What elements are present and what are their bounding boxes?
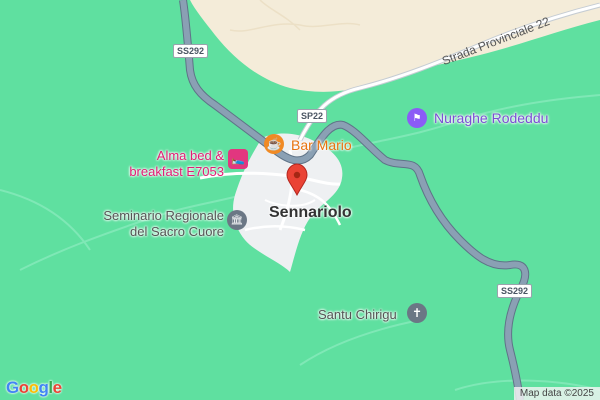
google-logo-letter: g [38,378,49,397]
trail-line [0,189,91,251]
church-icon[interactable]: ✝ [407,303,427,323]
poi-label-alma-line1: Alma bed & [156,148,224,163]
map-attribution[interactable]: Map data ©2025 [513,387,600,400]
town-name: Sennariolo [269,204,352,221]
google-logo-letter: G [6,378,19,397]
road-shield-ss292-right: SS292 [497,284,533,298]
bed-icon[interactable]: 🛌 [228,149,248,169]
map-canvas[interactable]: SS292 SP22 SS292 Strada Provinciale 22 ☕… [0,0,600,400]
trail-line [299,319,421,366]
google-logo-letter: e [52,378,62,397]
poi-label-seminario-line2: del Sacro Cuore [130,224,224,239]
poi-label-santu-chirigu[interactable]: Santu Chirigu [318,307,397,323]
google-logo-letter: o [28,378,39,397]
map-base [0,0,600,400]
poi-label-nuraghe[interactable]: Nuraghe Rodeddu [434,110,548,126]
google-logo[interactable]: Google [6,378,62,398]
road-shield-ss292-top: SS292 [173,44,209,58]
google-logo-letter: o [18,378,29,397]
poi-label-seminario[interactable]: Seminario Regionale del Sacro Cuore [90,208,224,240]
poi-label-alma[interactable]: Alma bed & breakfast E7053 [122,148,224,180]
landmark-icon[interactable]: 🏛 [227,210,247,230]
monument-icon[interactable]: ⚑ [407,108,427,128]
coffee-icon[interactable]: ☕ [264,134,284,154]
road-shield-sp22: SP22 [297,109,328,123]
poi-label-bar-mario[interactable]: Bar Mario [291,137,352,153]
poi-label-alma-line2: breakfast E7053 [129,164,224,179]
poi-label-seminario-line1: Seminario Regionale [103,208,224,223]
